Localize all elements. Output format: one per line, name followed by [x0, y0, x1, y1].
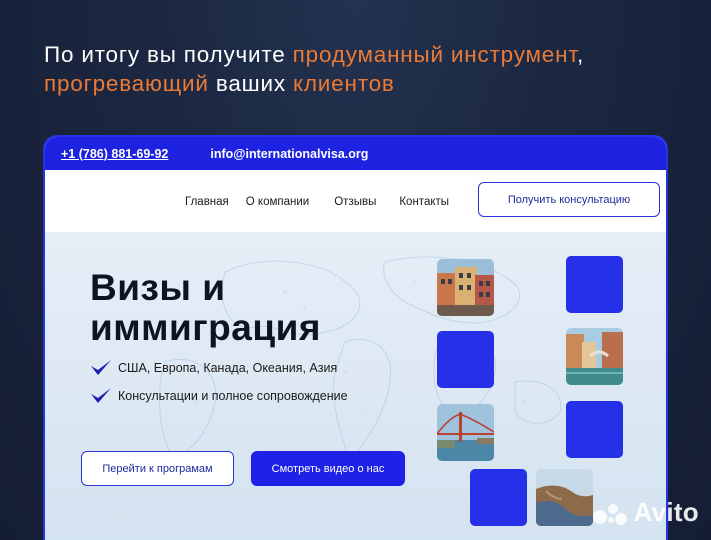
bullet-text: США, Европа, Канада, Океания, Азия	[118, 361, 338, 375]
headline-part: ,	[576, 42, 585, 67]
avito-wordmark: Avito	[633, 497, 699, 527]
phone-link[interactable]: +1 (786) 881-69-92	[61, 147, 168, 161]
checkmark-icon	[91, 388, 111, 403]
coast-photo	[536, 469, 593, 526]
hero-title: Визы и иммиграция	[90, 267, 321, 348]
blue-tile	[566, 256, 623, 313]
contact-topbar: +1 (786) 881-69-92 info@internationalvis…	[45, 137, 666, 170]
headline: По итогу вы получите продуманный инструм…	[44, 40, 684, 98]
blue-tile	[566, 401, 623, 458]
avito-watermark: Avito	[591, 497, 699, 528]
headline-accent-part: клиентов	[292, 71, 395, 96]
venice-canal-photo	[566, 328, 623, 385]
website-mockup: +1 (786) 881-69-92 info@internationalvis…	[43, 135, 668, 540]
bullet-item: Консультации и полное сопровождение	[90, 387, 348, 405]
bridge-photo	[437, 404, 494, 461]
headline-accent-part: продуманный инструмент	[292, 42, 577, 67]
nav-item-contacts[interactable]: Контакты	[399, 196, 449, 208]
city-street-photo	[437, 259, 494, 316]
nav-item-reviews[interactable]: Отзывы	[334, 196, 376, 208]
bullet-text: Консультации и полное сопровождение	[118, 389, 348, 403]
get-consultation-button[interactable]: Получить консультацию	[478, 182, 660, 217]
headline-accent-part: прогревающий	[44, 71, 209, 96]
nav-item-about[interactable]: О компании	[246, 196, 309, 208]
checkmark-icon	[91, 360, 111, 375]
go-to-programs-button[interactable]: Перейти к програмам	[81, 451, 234, 486]
headline-part: По итогу вы получите	[44, 42, 293, 67]
avito-logo-icon	[593, 503, 628, 525]
headline-part: ваших	[208, 71, 293, 96]
main-nav: Главная О компании Отзывы Контакты Получ…	[45, 170, 666, 232]
nav-item-home[interactable]: Главная	[185, 196, 229, 208]
email-link[interactable]: info@internationalvisa.org	[210, 147, 368, 161]
watch-video-button[interactable]: Смотреть видео о нас	[251, 451, 405, 486]
hero-section: Визы и иммиграция США, Европа, Канада, О…	[45, 232, 666, 540]
bullet-item: США, Европа, Канада, Океания, Азия	[90, 359, 337, 377]
blue-tile	[437, 331, 494, 388]
blue-tile	[470, 469, 527, 526]
